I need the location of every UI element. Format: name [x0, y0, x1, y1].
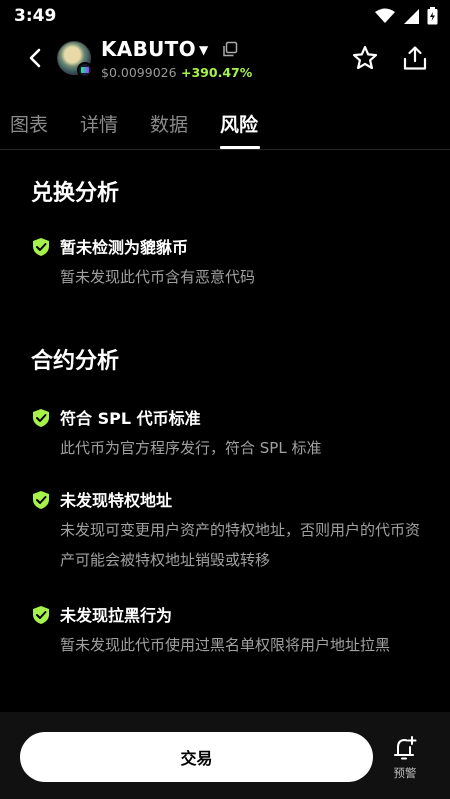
check-title: 未发现拉黑行为	[60, 606, 173, 625]
tab-data[interactable]: 数据	[150, 110, 188, 137]
active-tab-indicator	[220, 146, 260, 149]
check-title: 符合 SPL 代币标准	[60, 409, 201, 428]
signal-icon	[404, 9, 419, 24]
check-title: 暂未检测为貔貅币	[60, 238, 189, 257]
tab-chart[interactable]: 图表	[10, 110, 48, 137]
trade-button[interactable]: 交易	[20, 732, 373, 782]
check-description: 暂未发现此代币使用过黑名单权限将用户地址拉黑	[60, 636, 391, 654]
status-icons	[375, 7, 438, 25]
token-name[interactable]: KABUTO	[101, 37, 196, 61]
tab-risk[interactable]: 风险	[220, 110, 258, 137]
check-description: 此代币为官方程序发行，符合 SPL 标准	[60, 439, 322, 457]
shield-check-icon	[33, 238, 49, 256]
alert-label: 预警	[393, 766, 417, 780]
status-time: 3:49	[14, 6, 57, 26]
status-bar: 3:49	[0, 0, 450, 32]
price-alert-button[interactable]: 预警	[385, 734, 425, 784]
favorite-star-icon[interactable]	[351, 44, 379, 72]
check-description: 未发现可变更用户资产的特权地址，否则用户的代币资产可能会被特权地址销毁或转移	[60, 521, 421, 569]
copy-icon[interactable]	[222, 41, 238, 57]
back-arrow-icon[interactable]	[22, 44, 50, 72]
tab-bar: 图表 详情 数据 风险	[0, 100, 450, 150]
bottom-action-bar: 交易 预警	[0, 712, 450, 799]
solana-chain-icon	[77, 62, 93, 78]
token-header: KABUTO ▼ $0.0099026 +390.47%	[0, 32, 450, 90]
shield-check-icon	[33, 606, 49, 624]
bell-plus-icon	[394, 736, 417, 760]
shield-check-icon	[33, 409, 49, 427]
section-title-swap: 兑换分析	[31, 181, 120, 206]
battery-icon	[427, 7, 438, 25]
tab-details[interactable]: 详情	[80, 110, 118, 137]
price-change: +390.47%	[181, 65, 253, 80]
token-price: $0.0099026	[101, 65, 177, 80]
shield-check-icon	[33, 491, 49, 509]
risk-content: 兑换分析 暂未检测为貔貅币 暂未发现此代币含有恶意代码 合约分析 符合 SPL …	[0, 151, 450, 711]
share-icon[interactable]	[401, 44, 429, 72]
caret-down-icon[interactable]: ▼	[199, 43, 208, 57]
section-title-contract: 合约分析	[31, 349, 120, 374]
check-description: 暂未发现此代币含有恶意代码	[60, 268, 256, 286]
wifi-icon	[375, 8, 395, 23]
check-title: 未发现特权地址	[60, 491, 173, 510]
